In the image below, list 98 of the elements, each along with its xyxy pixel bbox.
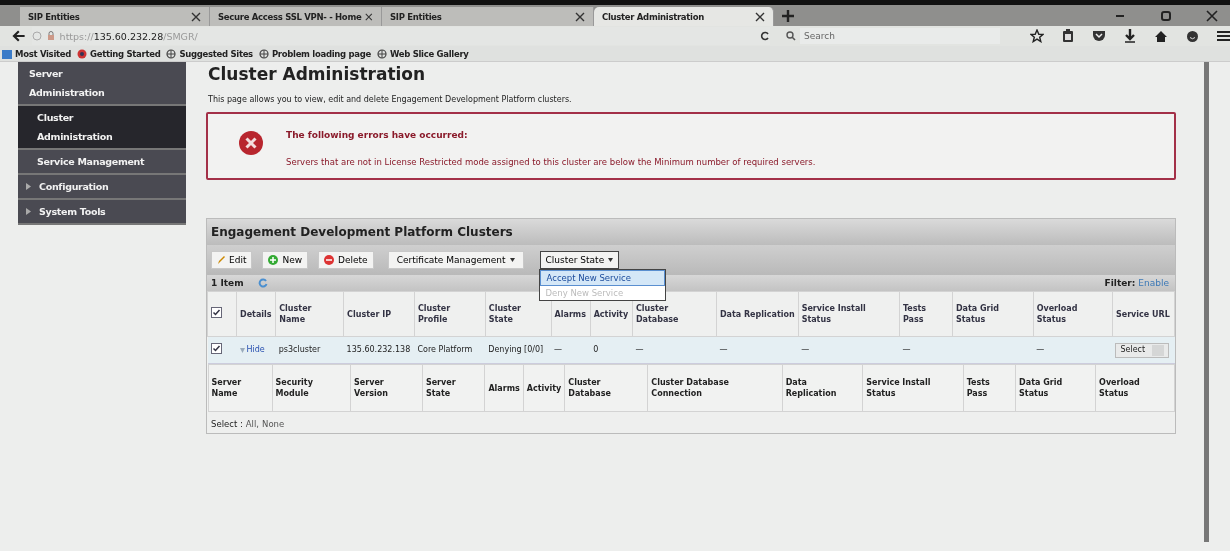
sidebar-item[interactable]: Configuration	[18, 175, 186, 200]
column-header: Cluster Database	[564, 364, 648, 412]
column-header: Tests Pass	[963, 364, 1016, 412]
page-description: This page allows you to view, edit and delete Engagement Development Platform clusters.	[208, 94, 573, 105]
menu-item[interactable]: Accept New Service	[539, 270, 665, 286]
url-text: https://135.60.232.28/SMGR/	[59, 30, 198, 42]
browser-tab[interactable]: Cluster Administration	[594, 7, 774, 26]
select-dropdown[interactable]: Select	[1115, 342, 1170, 358]
column-header: Data Replication	[782, 364, 863, 412]
select-link[interactable]: None	[262, 419, 285, 429]
column-header: Server State	[422, 364, 485, 412]
delete-button[interactable]: Delete	[318, 251, 374, 269]
reload-icon	[760, 31, 770, 41]
column-header: Data Replication	[716, 291, 799, 337]
expand-arrow-icon	[26, 183, 31, 190]
column-header: Server Version	[350, 364, 423, 412]
column-header: Cluster IP	[343, 291, 415, 337]
home-icon	[1154, 29, 1168, 43]
error-icon	[238, 130, 264, 156]
bookmark[interactable]: Suggested Sites	[166, 48, 253, 59]
table-cell: Core Platform	[414, 336, 486, 364]
table-cell: —	[1033, 336, 1113, 364]
column-header: Service Install Status	[798, 291, 900, 337]
pocket-icon	[1092, 30, 1106, 42]
collapse-arrow-icon	[239, 347, 245, 353]
close-icon	[755, 11, 765, 22]
close-icon	[191, 11, 201, 22]
table-cell: —	[716, 336, 799, 364]
filter-label: Filter:	[1104, 278, 1136, 288]
table-cell: 0	[590, 336, 633, 364]
column-header: Service Install Status	[862, 364, 964, 412]
checkbox[interactable]	[210, 343, 222, 354]
page-title: Cluster Administration	[208, 64, 427, 84]
star-icon	[1030, 29, 1044, 43]
lock-icon	[45, 31, 56, 41]
bookmark[interactable]: Problem loading page	[258, 48, 371, 59]
sidebar-item[interactable]: Service Management	[18, 150, 186, 175]
column-header: Security Module	[272, 364, 351, 412]
browser-tab[interactable]: Secure Access SSL VPN- - Home	[210, 7, 382, 26]
search-icon	[786, 31, 796, 41]
column-header: Cluster Database Connection	[647, 364, 783, 412]
item-count: 1 Item	[211, 278, 244, 288]
new-tab-icon	[782, 10, 794, 22]
close-icon	[1206, 10, 1218, 22]
expand-arrow-icon	[26, 208, 31, 215]
bookmarks-icon	[2, 48, 12, 59]
info-icon	[31, 31, 42, 41]
sidebar-item[interactable]: Cluster Administration	[18, 106, 186, 150]
column-header: Data Grid Status	[1015, 364, 1096, 412]
menu-icon	[1217, 30, 1230, 42]
plus-circle-icon	[268, 255, 279, 265]
close-icon	[575, 11, 585, 22]
smiley-icon	[1186, 29, 1199, 43]
column-header: Details	[236, 291, 276, 337]
select-link[interactable]: All,	[245, 419, 260, 429]
download-icon	[1124, 29, 1136, 43]
column-header: Tests Pass	[899, 291, 953, 337]
restore-icon	[1160, 10, 1172, 22]
caret-icon	[509, 258, 515, 262]
column-header: Alarms	[484, 364, 524, 412]
bookmark[interactable]: Web Slice Gallery	[377, 48, 469, 59]
table-cell: —	[798, 336, 900, 364]
search-field[interactable]: Search	[800, 28, 1000, 44]
table-cell: 135.60.232.138	[343, 336, 415, 364]
error-title: The following errors have occurred:	[286, 130, 469, 140]
table-cell: ps3cluster	[275, 336, 344, 364]
bookmark[interactable]: Most Visited	[2, 48, 71, 59]
column-header: Service URL	[1112, 291, 1175, 337]
column-header: Cluster Name	[275, 291, 344, 337]
checkbox[interactable]	[211, 307, 222, 318]
column-header: Overload Status	[1033, 291, 1113, 337]
scrollbar[interactable]	[1204, 62, 1209, 542]
select-label: Select :	[211, 419, 243, 429]
column-header: Data Grid Status	[952, 291, 1034, 337]
column-header: Overload Status	[1095, 364, 1174, 412]
table-cell: —	[551, 336, 591, 364]
error-message: Servers that are not in License Restricted mode assigned to this cluster are below the Minimum number of required servers.	[286, 157, 816, 167]
refresh-icon	[257, 278, 268, 288]
pencil-icon	[217, 255, 225, 265]
table-cell: Denying [0/0]	[485, 336, 552, 364]
column-header: Server Name	[208, 364, 273, 412]
table-cell: —	[632, 336, 717, 364]
edit-button[interactable]: Edit	[211, 251, 253, 269]
new-button[interactable]: New	[262, 251, 309, 269]
browser-tab[interactable]: SIP Entities	[382, 7, 594, 26]
browser-tab[interactable]: SIP Entities	[20, 7, 210, 26]
table-cell: —	[899, 336, 953, 364]
clipboard-icon	[1062, 29, 1074, 43]
minus-circle-icon	[324, 255, 335, 265]
caret-icon	[608, 258, 614, 262]
column-header: Activity	[523, 364, 565, 412]
column-header: Cluster Profile	[414, 291, 486, 337]
back-icon	[12, 30, 26, 42]
close-icon	[365, 11, 373, 22]
sidebar-item[interactable]: System Tools	[18, 200, 186, 225]
bookmark[interactable]: Getting Started	[77, 48, 161, 59]
panel-title: Engagement Development Platform Clusters	[207, 219, 1175, 245]
dropdown-button[interactable]: Certificate Management	[387, 251, 524, 269]
